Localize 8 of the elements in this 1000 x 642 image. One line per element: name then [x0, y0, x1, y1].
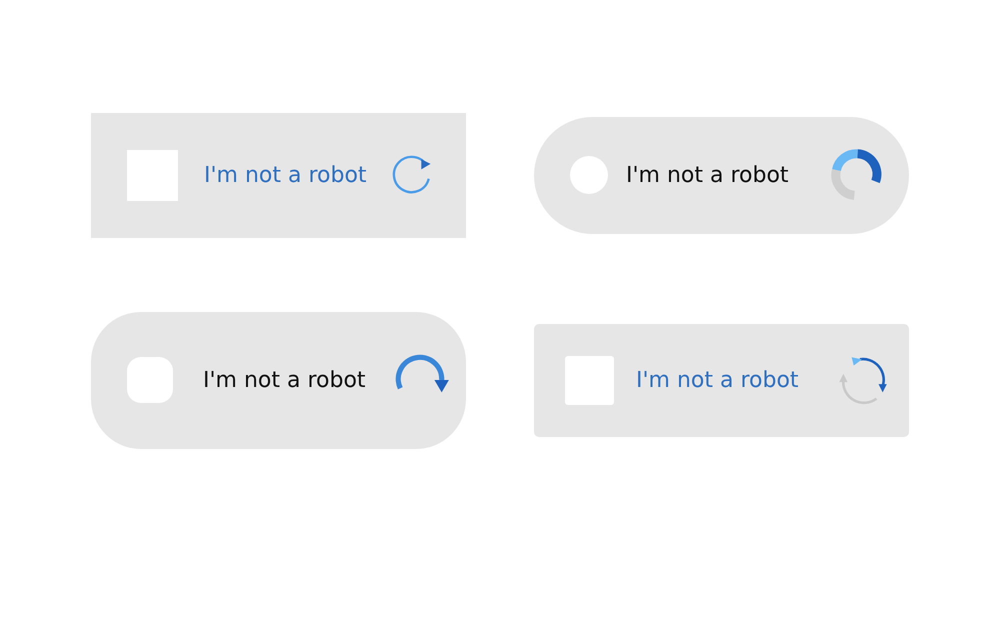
checkbox[interactable] — [127, 357, 173, 403]
checkbox[interactable] — [565, 356, 614, 404]
checkbox[interactable] — [127, 150, 178, 200]
checkbox-label: I'm not a robot — [626, 162, 789, 188]
checkbox-label: I'm not a robot — [203, 368, 366, 392]
checkbox-label: I'm not a robot — [204, 162, 367, 188]
checkbox[interactable] — [570, 156, 608, 194]
checkbox-label: I'm not a robot — [636, 368, 799, 392]
